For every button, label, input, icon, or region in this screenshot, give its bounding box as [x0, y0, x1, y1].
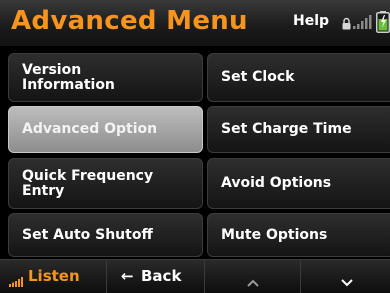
set-charge-time-button[interactable]: Set Charge Time: [207, 106, 390, 153]
chevron-up-icon: [247, 272, 259, 291]
set-charge-time-label: Set Charge Time: [221, 121, 352, 137]
mute-options-button[interactable]: Mute Options: [207, 213, 390, 257]
left-arrow-icon: ←: [121, 267, 134, 285]
back-label: Back: [141, 267, 182, 285]
avoid-options-button[interactable]: Avoid Options: [207, 158, 390, 209]
listen-button[interactable]: Listen: [0, 260, 106, 293]
version-information-label: Version Information: [22, 61, 115, 93]
mute-options-label: Mute Options: [221, 226, 328, 243]
title-bar: Advanced Menu Help: [0, 0, 390, 47]
set-auto-shutoff-label: Set Auto Shutoff: [22, 226, 153, 243]
quick-frequency-entry-label: Quick Frequency Entry: [22, 167, 154, 199]
signal-bars-icon: [9, 272, 25, 291]
advanced-option-button[interactable]: Advanced Option: [8, 106, 203, 153]
advanced-menu-screen: Advanced Menu Help Version Information S…: [0, 0, 390, 293]
chevron-down-icon: [341, 272, 353, 291]
avoid-options-label: Avoid Options: [221, 175, 332, 191]
bottom-nav-bar: Listen ← Back: [0, 259, 390, 293]
page-title: Advanced Menu: [11, 6, 248, 36]
battery-icon: [376, 11, 390, 37]
quick-frequency-entry-button[interactable]: Quick Frequency Entry: [8, 158, 203, 209]
scroll-down-button[interactable]: [300, 260, 390, 293]
back-button[interactable]: ← Back: [106, 260, 205, 293]
set-clock-label: Set Clock: [221, 69, 295, 85]
help-button[interactable]: Help: [293, 13, 329, 29]
scroll-up-button[interactable]: [204, 260, 301, 293]
set-auto-shutoff-button[interactable]: Set Auto Shutoff: [8, 213, 203, 257]
set-clock-button[interactable]: Set Clock: [207, 53, 390, 102]
signal-strength-icon: [353, 14, 373, 34]
lock-icon: [342, 15, 351, 34]
advanced-option-label: Advanced Option: [22, 121, 158, 137]
version-information-button[interactable]: Version Information: [8, 53, 203, 102]
listen-label: Listen: [28, 267, 80, 285]
